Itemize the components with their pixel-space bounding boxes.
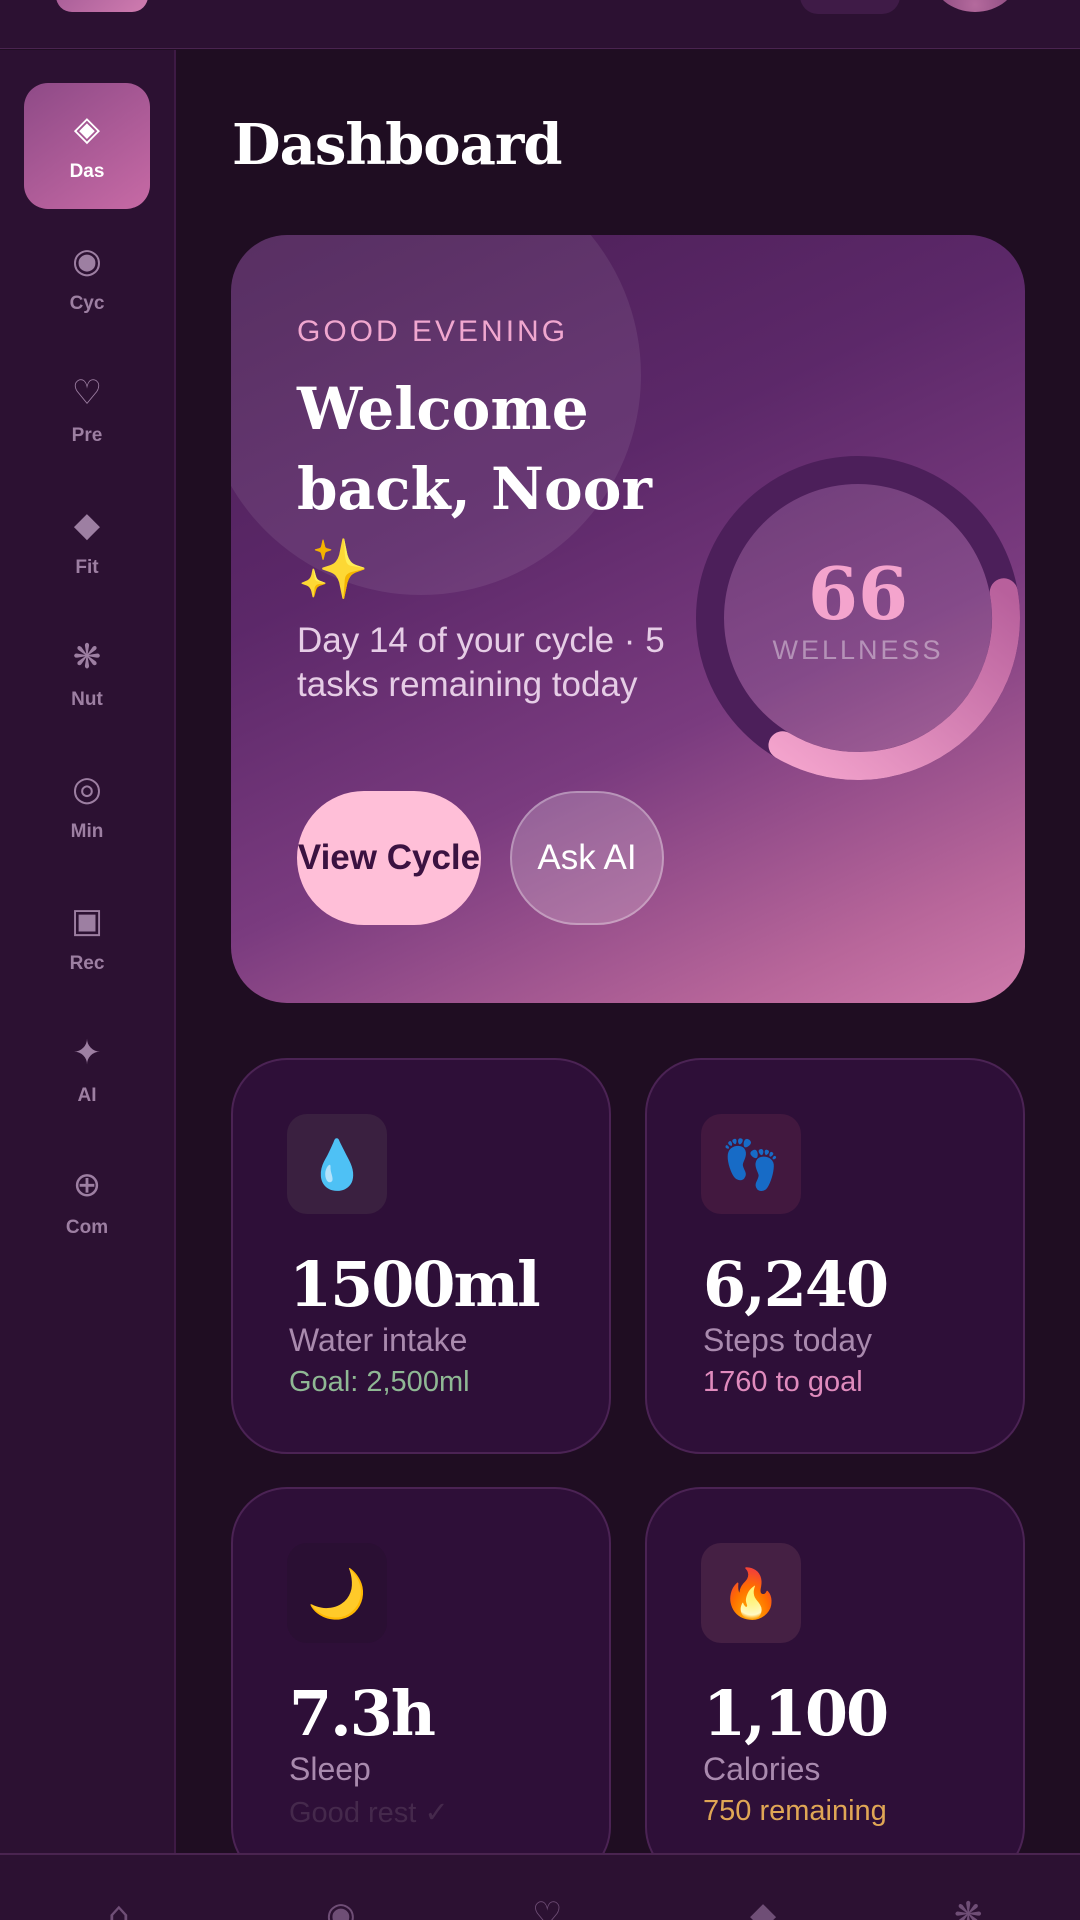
stat-card[interactable]: 🔥 1,100 Calories 750 remaining bbox=[645, 1487, 1025, 1883]
target-icon: ◉ bbox=[72, 241, 102, 281]
wellness-ring: 66 WELLNESS bbox=[693, 453, 1023, 783]
avatar[interactable] bbox=[932, 0, 1018, 12]
stat-note: 1760 to goal bbox=[703, 1366, 863, 1398]
stat-label: Sleep bbox=[289, 1751, 371, 1787]
stat-card[interactable]: 👣 6,240 Steps today 1760 to goal bbox=[645, 1058, 1025, 1454]
sidebar-item-label: Nut bbox=[71, 689, 103, 710]
stat-label: Calories bbox=[703, 1751, 821, 1787]
sidebar-item-das[interactable]: ◈ Das bbox=[24, 83, 150, 209]
stat-value: 1,100 bbox=[703, 1677, 889, 1750]
sidebar-item-label: Com bbox=[65, 1217, 109, 1238]
welcome-heading: Welcome back, Noor ✨ bbox=[297, 375, 652, 603]
sidebar-item-min[interactable]: ◎ Min bbox=[24, 743, 150, 869]
sidebar-item-label: Das bbox=[69, 161, 105, 182]
sidebar-item-label: Min bbox=[70, 821, 104, 842]
greeting-text: GOOD EVENING bbox=[297, 315, 569, 348]
sidebar-item-label: Pre bbox=[71, 425, 103, 446]
wellness-score: 66 bbox=[807, 551, 909, 636]
sidebar-item-label: Rec bbox=[69, 953, 105, 974]
heart-icon[interactable]: ♡ bbox=[532, 1895, 562, 1920]
fire-icon: 🔥 bbox=[701, 1543, 801, 1643]
flower-icon: ❋ bbox=[72, 637, 102, 677]
wellness-label: WELLNESS bbox=[772, 635, 944, 665]
sidebar-item-label: Fit bbox=[75, 557, 99, 578]
sparkle-icon: ✦ bbox=[72, 1033, 102, 1073]
globe-icon: ⊕ bbox=[72, 1165, 102, 1205]
moon-icon: 🌙 bbox=[287, 1543, 387, 1643]
view-cycle-button[interactable]: View Cycle bbox=[297, 791, 481, 925]
notification-button[interactable] bbox=[800, 0, 900, 14]
heart-icon: ♡ bbox=[71, 373, 103, 413]
sidebar-item-ai[interactable]: ✦ AI bbox=[24, 1007, 150, 1133]
target-icon[interactable]: ◉ bbox=[326, 1895, 356, 1920]
sidebar-item-cyc[interactable]: ◉ Cyc bbox=[24, 215, 150, 341]
stat-note: 750 remaining bbox=[703, 1795, 887, 1827]
top-bar bbox=[0, 0, 1080, 49]
diamond-icon[interactable]: ◆ bbox=[750, 1895, 776, 1920]
sidebar-item-pre[interactable]: ♡ Pre bbox=[24, 347, 150, 473]
sidebar-item-nut[interactable]: ❋ Nut bbox=[24, 611, 150, 737]
stat-note: Goal: 2,500ml bbox=[289, 1366, 470, 1398]
stat-card[interactable]: 🌙 7.3h Sleep Good rest ✓ bbox=[231, 1487, 611, 1883]
water-drop-icon: 💧 bbox=[287, 1114, 387, 1214]
sidebar-item-rec[interactable]: ▣ Rec bbox=[24, 875, 150, 1001]
sidebar-item-label: Cyc bbox=[69, 293, 105, 314]
diamond-icon: ◈ bbox=[73, 109, 101, 149]
stat-value: 6,240 bbox=[703, 1248, 889, 1321]
stat-note: Good rest ✓ bbox=[289, 1797, 449, 1829]
sidebar-item-com[interactable]: ⊕ Com bbox=[24, 1139, 150, 1265]
cycle-summary: Day 14 of your cycle · 5 tasks remaining… bbox=[297, 621, 665, 704]
bottom-nav: ⌂ ◉ ♡ ◆ ❋ bbox=[0, 1853, 1080, 1920]
stat-label: Water intake bbox=[289, 1322, 468, 1358]
stat-card[interactable]: 💧 1500ml Water intake Goal: 2,500ml bbox=[231, 1058, 611, 1454]
footprints-icon: 👣 bbox=[701, 1114, 801, 1214]
square-icon: ▣ bbox=[70, 901, 104, 941]
stat-value: 1500ml bbox=[289, 1248, 541, 1321]
stat-label: Steps today bbox=[703, 1322, 872, 1358]
logo[interactable] bbox=[56, 0, 148, 12]
sidebar-item-fit[interactable]: ◆ Fit bbox=[24, 479, 150, 605]
home-icon[interactable]: ⌂ bbox=[108, 1895, 130, 1920]
sidebar: ◈ Das ◉ Cyc ♡ Pre ◆ Fit ❋ Nut ◎ Min ▣ Rec ✦ AI ⊕ Com bbox=[0, 50, 176, 1853]
ask-ai-button[interactable]: Ask AI bbox=[510, 791, 664, 925]
bullseye-icon: ◎ bbox=[72, 769, 102, 809]
welcome-card: GOOD EVENING Welcome back, Noor ✨ Day 14… bbox=[231, 235, 1025, 1003]
flower-icon[interactable]: ❋ bbox=[954, 1895, 983, 1920]
stat-value: 7.3h bbox=[289, 1677, 436, 1750]
filled-diamond-icon: ◆ bbox=[73, 505, 101, 545]
sidebar-item-label: AI bbox=[77, 1085, 97, 1106]
page-title: Dashboard bbox=[232, 112, 563, 178]
